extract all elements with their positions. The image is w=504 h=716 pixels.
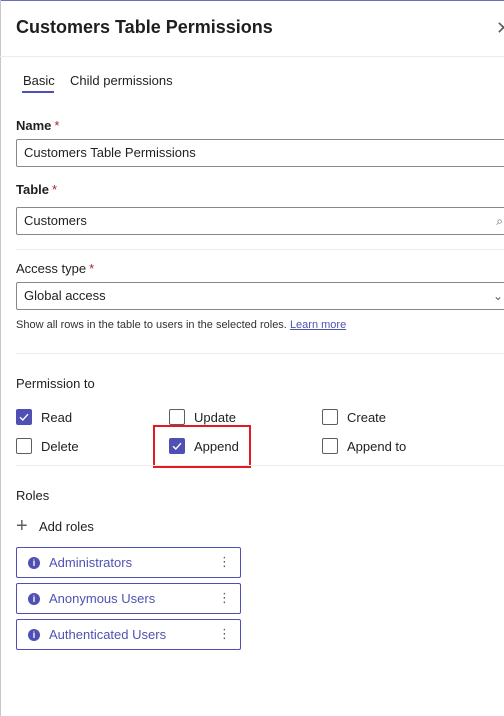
append-to-checkbox-label: Append to (347, 438, 407, 454)
close-button[interactable]: ✕ (496, 18, 504, 38)
close-icon: ✕ (496, 18, 504, 38)
access-type-hint-text: Show all rows in the table to users in t… (16, 319, 287, 331)
tab-child-permissions[interactable]: Child permissions (70, 73, 173, 88)
create-checkbox-label: Create (347, 409, 387, 425)
more-vertical-icon[interactable]: ⋮ (218, 590, 231, 606)
tab-basic[interactable]: Basic (23, 73, 55, 88)
permission-to-label: Permission to (16, 376, 95, 391)
name-label: Name * (16, 118, 59, 133)
delete-checkbox-label: Delete (41, 438, 79, 454)
access-type-dropdown[interactable]: Global access ⌄ (16, 282, 504, 310)
header-divider (0, 56, 504, 57)
create-checkbox[interactable]: Create (322, 409, 386, 425)
delete-checkbox[interactable]: Delete (16, 438, 79, 454)
active-tab-indicator (22, 91, 54, 93)
check-icon (16, 409, 32, 425)
panel-title: Customers Table Permissions (16, 17, 273, 37)
access-type-label-text: Access type (16, 261, 87, 276)
highlight-box (153, 425, 251, 468)
required-marker: * (52, 182, 58, 197)
info-icon: i (28, 628, 40, 641)
required-marker: * (54, 118, 60, 133)
panel-left-border (0, 0, 1, 716)
table-label-text: Table (16, 182, 49, 197)
update-checkbox[interactable]: Update (169, 409, 236, 425)
search-icon[interactable]: ⌕ (496, 208, 503, 234)
checkbox-box (16, 438, 32, 454)
role-label: Anonymous Users (49, 591, 156, 606)
read-checkbox[interactable]: Read (16, 409, 72, 425)
read-checkbox-label: Read (41, 409, 73, 425)
role-item-administrators[interactable]: i Administrators ⋮ (16, 547, 241, 578)
access-type-value: Global access (24, 288, 106, 303)
access-type-hint: Show all rows in the table to users in t… (16, 319, 346, 331)
roles-label: Roles (16, 488, 50, 503)
more-vertical-icon[interactable]: ⋮ (218, 626, 231, 642)
name-field[interactable]: Customers Table Permissions (16, 139, 504, 167)
required-marker: * (89, 261, 95, 276)
info-icon: i (28, 592, 40, 605)
table-field-value: Customers (24, 213, 87, 228)
append-to-checkbox[interactable]: Append to (322, 438, 406, 454)
table-lookup-field[interactable]: Customers ⌕ (16, 207, 504, 235)
role-item-anonymous-users[interactable]: i Anonymous Users ⋮ (16, 583, 241, 614)
add-roles-label: Add roles (39, 518, 94, 534)
role-item-authenticated-users[interactable]: i Authenticated Users ⋮ (16, 619, 241, 650)
checkbox-box (322, 409, 338, 425)
role-label: Authenticated Users (49, 627, 167, 642)
table-label: Table * (16, 182, 57, 197)
add-roles-button[interactable]: + Add roles (16, 515, 94, 537)
name-field-value: Customers Table Permissions (24, 145, 196, 160)
update-checkbox-label: Update (194, 409, 236, 425)
learn-more-link[interactable]: Learn more (290, 319, 346, 331)
more-vertical-icon[interactable]: ⋮ (218, 554, 231, 570)
name-label-text: Name (16, 118, 52, 133)
access-type-label: Access type * (16, 261, 94, 276)
section-divider (16, 353, 504, 354)
role-label: Administrators (49, 555, 133, 570)
section-divider (16, 465, 504, 466)
chevron-down-icon: ⌄ (492, 289, 503, 303)
panel-top-border (0, 0, 504, 1)
checkbox-box (169, 409, 185, 425)
checkbox-box (322, 438, 338, 454)
section-divider (16, 249, 504, 250)
plus-icon: + (16, 515, 28, 537)
info-icon: i (28, 556, 40, 569)
